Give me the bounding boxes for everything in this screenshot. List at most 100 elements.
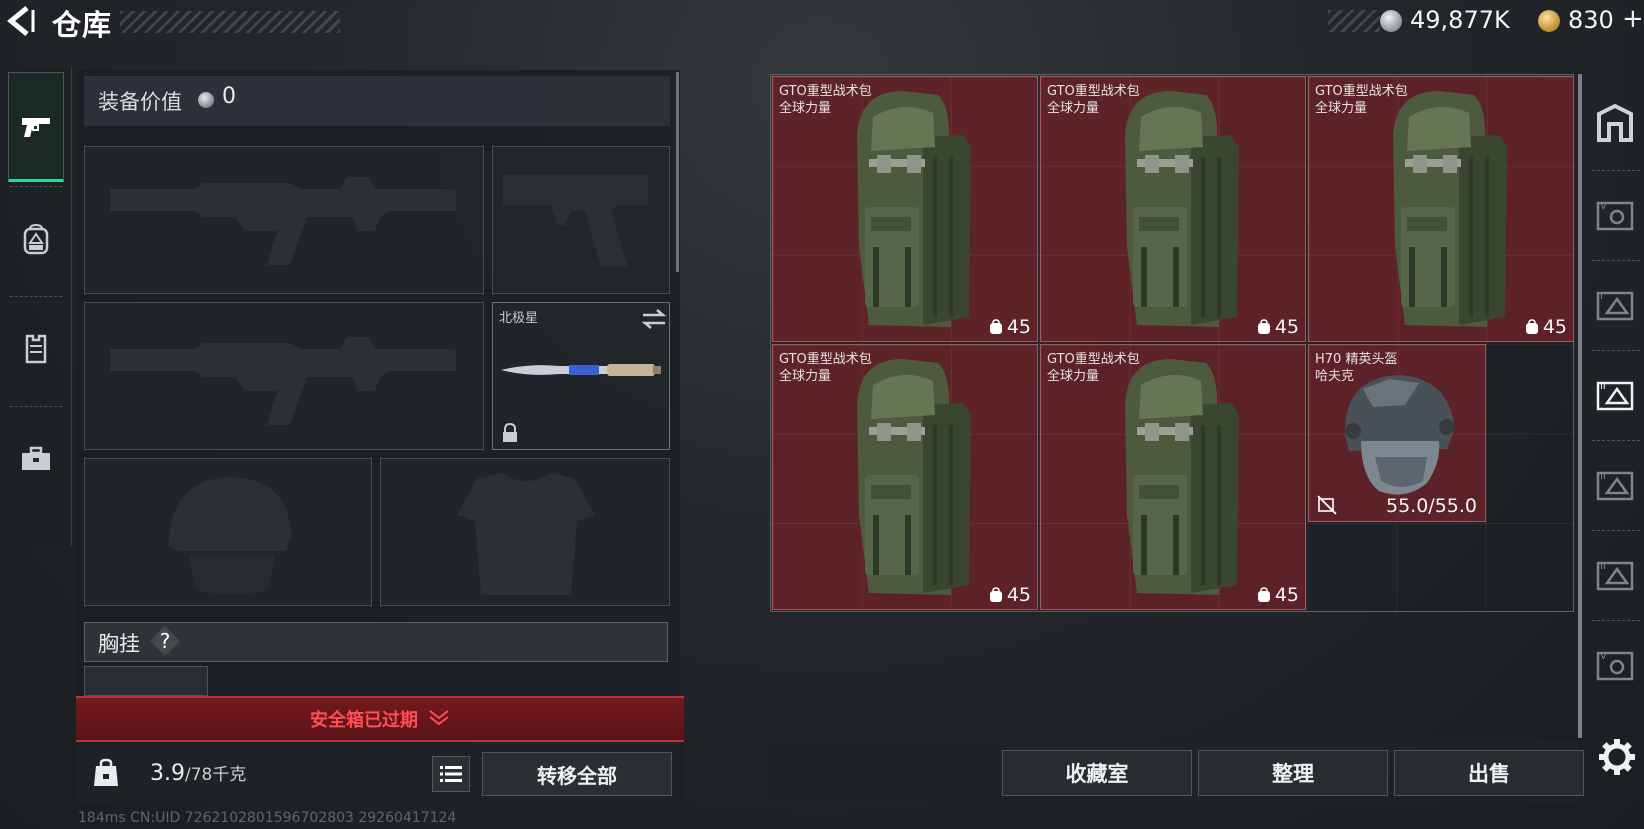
collection-room-button[interactable]: 收藏室 bbox=[1002, 750, 1192, 796]
svg-text:II: II bbox=[1597, 291, 1603, 302]
stash-tab-home[interactable] bbox=[1586, 78, 1644, 168]
gold-amount: 830 bbox=[1568, 6, 1614, 34]
item-brand: 全球力量 bbox=[1047, 369, 1100, 384]
backpack-capacity-icon bbox=[989, 319, 1002, 334]
capacity-badge: 45 bbox=[1257, 316, 1299, 338]
lock-icon bbox=[503, 423, 517, 442]
stash-tab-2[interactable]: II bbox=[1586, 260, 1644, 350]
armor-slot[interactable] bbox=[380, 458, 670, 606]
capacity-value: 45 bbox=[1006, 316, 1031, 338]
backpack-icon bbox=[23, 223, 49, 255]
stash-page-tabs: IV II III III III IV bbox=[1586, 74, 1644, 714]
back-button[interactable] bbox=[2, 4, 38, 38]
weight-max: /78千克 bbox=[185, 765, 247, 785]
capacity-value: 45 bbox=[1542, 316, 1567, 338]
item-name: GTO重型战术包 bbox=[1315, 84, 1408, 99]
briefcase-icon bbox=[22, 446, 50, 470]
tab-backpack[interactable] bbox=[8, 184, 64, 294]
pistol-icon bbox=[22, 118, 50, 137]
settings-button[interactable] bbox=[1596, 736, 1638, 778]
tab-weapons[interactable] bbox=[8, 72, 64, 182]
helmet-silhouette-icon bbox=[169, 477, 291, 595]
capacity-badge: 45 bbox=[989, 584, 1031, 606]
list-icon bbox=[440, 766, 462, 782]
helmet-slot[interactable] bbox=[84, 458, 372, 606]
stash-item-backpack[interactable]: GTO重型战术包 全球力量 45 bbox=[772, 344, 1038, 610]
item-brand: 全球力量 bbox=[1047, 101, 1100, 116]
vest-icon bbox=[25, 334, 47, 364]
footer-debug-text: 184ms CN:UID 7262102801596702803 2926041… bbox=[78, 810, 457, 826]
stash-tier-4b-icon: IV bbox=[1596, 651, 1634, 681]
currency-decoration bbox=[1328, 10, 1380, 32]
stash-item-backpack[interactable]: GTO重型战术包 全球力量 45 bbox=[1040, 76, 1306, 342]
primary-weapon-slot[interactable] bbox=[84, 146, 484, 294]
backpack-capacity-icon bbox=[989, 587, 1002, 602]
item-brand: 全球力量 bbox=[1315, 101, 1368, 116]
sidearm-slot[interactable] bbox=[492, 146, 670, 294]
svg-text:III: III bbox=[1597, 471, 1606, 482]
stash-tier-3-icon: III bbox=[1596, 381, 1634, 411]
melee-name: 北极星 bbox=[499, 311, 539, 326]
backpack-capacity-icon bbox=[1525, 319, 1538, 334]
chest-rig-slot[interactable] bbox=[84, 666, 208, 696]
silver-amount: 49,877K bbox=[1410, 6, 1510, 34]
item-brand: 哈夫克 bbox=[1315, 369, 1355, 384]
stash-item-helmet[interactable]: H70 精英头盔 哈夫克 55.0/55.0 bbox=[1308, 344, 1486, 522]
back-arrow-icon bbox=[7, 6, 35, 36]
item-name: GTO重型战术包 bbox=[779, 84, 872, 99]
stash-tier-3b-icon: III bbox=[1596, 471, 1634, 501]
stash-tab-5[interactable]: III bbox=[1586, 530, 1644, 620]
stash-item-backpack[interactable]: GTO重型战术包 全球力量 45 bbox=[1308, 76, 1574, 342]
stash-item-backpack[interactable]: GTO重型战术包 全球力量 45 bbox=[1040, 344, 1306, 610]
tab-armor[interactable] bbox=[8, 294, 64, 404]
stash-tab-3[interactable]: III bbox=[1586, 350, 1644, 440]
capacity-value: 45 bbox=[1274, 316, 1299, 338]
stash-tier-4-icon: IV bbox=[1596, 201, 1634, 231]
capacity-value: 45 bbox=[1006, 584, 1031, 606]
left-category-tabs bbox=[0, 68, 72, 546]
gold-coin-icon bbox=[1538, 10, 1560, 32]
loadout-scrollbar[interactable] bbox=[676, 72, 679, 272]
backpack-capacity-icon bbox=[1257, 587, 1270, 602]
list-view-button[interactable] bbox=[432, 756, 470, 792]
svg-text:III: III bbox=[1597, 561, 1606, 572]
svg-text:IV: IV bbox=[1597, 651, 1607, 662]
weight-current: 3.9 bbox=[150, 761, 185, 786]
silver-coin-icon bbox=[198, 92, 214, 108]
backpack-capacity-icon bbox=[1257, 319, 1270, 334]
capacity-badge: 45 bbox=[1525, 316, 1567, 338]
equipment-value: 0 bbox=[222, 84, 236, 109]
stash-tab-1[interactable]: IV bbox=[1586, 170, 1644, 260]
gear-icon bbox=[1599, 739, 1635, 775]
secondary-weapon-slot[interactable] bbox=[84, 302, 484, 450]
melee-slot[interactable]: 北极星 bbox=[492, 302, 670, 450]
safebox-expired-banner[interactable]: 安全箱已过期 bbox=[76, 696, 684, 742]
capacity-badge: 45 bbox=[1257, 584, 1299, 606]
stash-tier-3c-icon: III bbox=[1596, 561, 1634, 591]
organize-button[interactable]: 整理 bbox=[1198, 750, 1388, 796]
pistol-silhouette-icon bbox=[503, 175, 648, 267]
transfer-all-button[interactable]: 转移全部 bbox=[482, 752, 672, 796]
title-decoration bbox=[120, 11, 340, 33]
home-icon bbox=[1597, 104, 1633, 142]
stash-tab-6[interactable]: IV bbox=[1586, 620, 1644, 710]
item-brand: 全球力量 bbox=[779, 101, 832, 116]
swap-icon[interactable] bbox=[641, 307, 667, 331]
item-name: H70 精英头盔 bbox=[1315, 352, 1398, 367]
item-brand: 全球力量 bbox=[779, 369, 832, 384]
knife-icon bbox=[501, 364, 661, 376]
capacity-badge: 45 bbox=[989, 316, 1031, 338]
sell-button[interactable]: 出售 bbox=[1394, 750, 1584, 796]
armor-silhouette-icon bbox=[457, 473, 595, 595]
stash-tab-4[interactable]: III bbox=[1586, 440, 1644, 530]
stash-item-backpack[interactable]: GTO重型战术包 全球力量 45 bbox=[772, 76, 1038, 342]
no-drop-icon bbox=[1317, 495, 1337, 515]
page-title: 仓库 bbox=[52, 8, 113, 42]
svg-text:IV: IV bbox=[1597, 201, 1607, 212]
silver-coin-icon bbox=[1380, 10, 1402, 32]
durability-value: 55.0/55.0 bbox=[1385, 495, 1477, 517]
add-gold-button[interactable]: + bbox=[1622, 4, 1644, 34]
tab-items[interactable] bbox=[8, 404, 64, 514]
stash-scrollbar[interactable] bbox=[1578, 74, 1582, 738]
weight-value: 3.9/78千克 bbox=[150, 760, 246, 786]
